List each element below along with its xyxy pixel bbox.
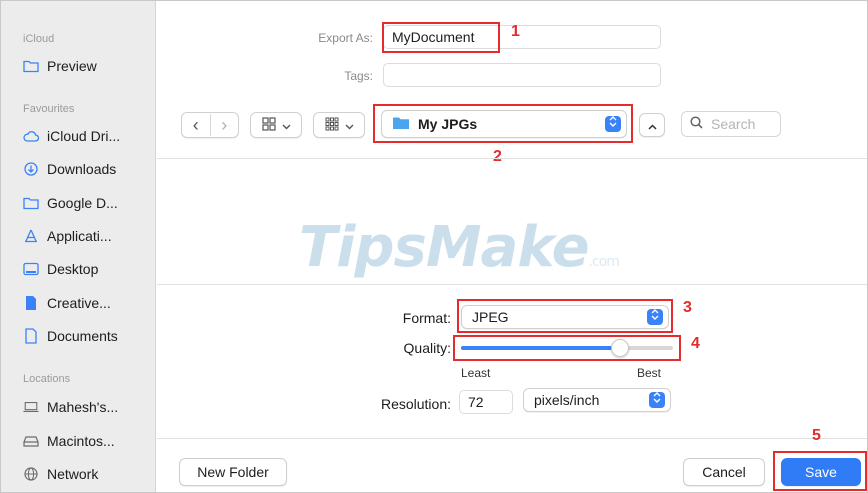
sidebar: iCloud Preview Favourites iCloud Dri... … (1, 1, 156, 492)
sidebar-item-label: Downloads (47, 161, 117, 177)
main-panel: Export As: MyDocument 1 Tags: ‹ › My JPG… (157, 1, 867, 492)
group-icon (325, 117, 339, 134)
sidebar-item-label: Mahesh's... (47, 399, 119, 415)
file-icon (23, 295, 39, 311)
export-as-label: Export As: (318, 31, 373, 45)
resolution-input[interactable]: 72 (459, 390, 513, 414)
sidebar-item-label: Google D... (47, 195, 118, 211)
toolbar-divider (157, 158, 867, 159)
sidebar-item-label: Network (47, 466, 99, 482)
sidebar-section-favourites: Favourites (23, 103, 75, 115)
forward-button[interactable]: › (211, 114, 239, 136)
sidebar-item-preview[interactable]: Preview (23, 55, 97, 77)
quality-least-label: Least (461, 366, 491, 380)
sidebar-item-icloud-drive[interactable]: iCloud Dri... (23, 125, 120, 147)
cancel-button[interactable]: Cancel (683, 458, 765, 486)
watermark-logo: TipsMake.com (299, 215, 620, 280)
disk-icon (23, 433, 39, 449)
callout-2: 2 (493, 148, 502, 165)
grid-view-icon (261, 116, 276, 134)
callout-3: 3 (683, 299, 692, 316)
callout-1: 1 (511, 23, 520, 40)
group-by-button[interactable] (313, 112, 365, 138)
search-icon (690, 116, 703, 132)
sidebar-item-documents[interactable]: Documents (23, 325, 118, 347)
chevron-down-icon (282, 118, 291, 133)
quality-label: Quality: (403, 340, 451, 356)
highlight-box-4 (453, 335, 681, 361)
sidebar-item-label: Preview (47, 58, 97, 74)
desktop-icon (23, 261, 39, 277)
resolution-unit-popup[interactable]: pixels/inch (523, 388, 671, 412)
sidebar-item-network[interactable]: Network (23, 463, 98, 485)
sidebar-item-google-drive[interactable]: Google D... (23, 192, 118, 214)
tags-label: Tags: (344, 69, 373, 83)
search-placeholder: Search (711, 116, 756, 132)
sidebar-item-label: Applicati... (47, 228, 112, 244)
laptop-icon (23, 399, 39, 415)
document-icon (23, 328, 39, 344)
chevron-up-icon (647, 118, 657, 133)
download-icon (23, 161, 39, 177)
highlight-box-2 (373, 104, 633, 143)
sidebar-item-label: Documents (47, 328, 118, 344)
search-field[interactable]: Search (681, 111, 781, 137)
folder-icon (23, 58, 39, 74)
footer-divider (157, 438, 867, 439)
highlight-box-5 (773, 451, 867, 491)
sidebar-item-label: Desktop (47, 261, 99, 277)
tags-input[interactable] (383, 63, 661, 87)
highlight-box-3 (457, 299, 673, 333)
sidebar-item-label: iCloud Dri... (47, 128, 121, 144)
resolution-label: Resolution: (380, 396, 451, 412)
options-divider (157, 284, 867, 285)
sidebar-section-locations: Locations (23, 373, 71, 385)
sidebar-item-macintosh-hd[interactable]: Macintos... (23, 430, 115, 452)
callout-5: 5 (812, 427, 821, 444)
sidebar-item-downloads[interactable]: Downloads (23, 158, 116, 180)
network-icon (23, 466, 39, 482)
cloud-icon (23, 128, 39, 144)
chevron-down-icon (345, 118, 354, 133)
highlight-box-1 (382, 22, 500, 53)
callout-4: 4 (691, 335, 700, 352)
sidebar-item-mahesh-mac[interactable]: Mahesh's... (23, 396, 118, 418)
resolution-unit-value: pixels/inch (534, 392, 600, 408)
sidebar-section-icloud: iCloud (23, 33, 55, 45)
sidebar-item-desktop[interactable]: Desktop (23, 258, 98, 280)
sidebar-item-label: Macintos... (47, 433, 115, 449)
folder-icon (23, 195, 39, 211)
expand-button[interactable] (639, 113, 665, 137)
new-folder-button[interactable]: New Folder (179, 458, 287, 486)
watermark-suffix: .com (588, 254, 620, 270)
sidebar-item-label: Creative... (47, 295, 111, 311)
view-mode-button[interactable] (250, 112, 302, 138)
resolution-value: 72 (468, 394, 484, 410)
applications-icon (23, 228, 39, 244)
quality-best-label: Best (637, 366, 662, 380)
sidebar-item-creative[interactable]: Creative... (23, 292, 111, 314)
watermark-text: TipsMake (299, 215, 590, 280)
back-button[interactable]: ‹ (182, 114, 211, 136)
format-label: Format: (402, 310, 451, 326)
popup-stepper-icon (649, 392, 665, 408)
save-dialog: iCloud Preview Favourites iCloud Dri... … (0, 0, 868, 493)
sidebar-item-applications[interactable]: Applicati... (23, 225, 112, 247)
back-forward-control: ‹ › (181, 112, 239, 138)
